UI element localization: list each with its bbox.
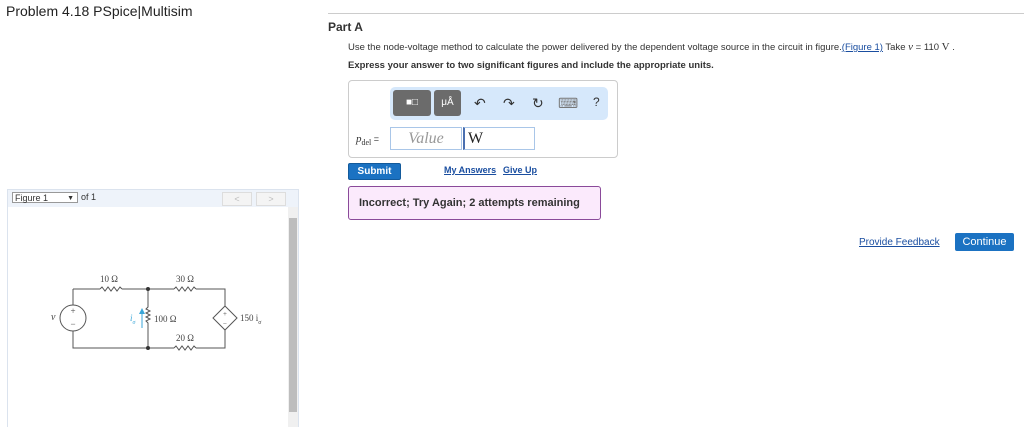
undo-icon[interactable]: ↶ [474, 95, 486, 112]
units-icon: μÅ [441, 97, 454, 108]
prev-figure-button[interactable]: < [222, 192, 252, 206]
my-answers-link[interactable]: My Answers [444, 165, 496, 175]
figure-link[interactable]: (Figure 1) [842, 42, 883, 53]
chevron-down-icon: ▼ [67, 195, 74, 202]
provide-feedback-link[interactable]: Provide Feedback [859, 237, 940, 248]
templates-icon: ■□ [405, 97, 419, 108]
help-icon[interactable]: ? [593, 95, 600, 109]
value-text: = 110 [913, 42, 942, 53]
current-label: iσ [130, 313, 135, 326]
next-figure-button[interactable]: > [256, 192, 286, 206]
units-button[interactable]: μÅ [434, 90, 461, 116]
dep-gain: 150 i [240, 313, 259, 323]
page-title: Problem 4.18 PSpice|Multisim [6, 3, 193, 19]
figure-count: of 1 [81, 192, 97, 202]
current-sub: σ [132, 319, 136, 326]
equals: = [371, 134, 380, 144]
r4-label: 20 Ω [176, 333, 194, 343]
dep-source-label: 150 iσ [240, 313, 262, 326]
source-label: v [51, 312, 56, 323]
value-input[interactable]: Value [390, 127, 462, 150]
figure-select[interactable]: Figure 1 ▼ [12, 192, 78, 203]
r3-label: 100 Ω [154, 314, 177, 324]
give-up-link[interactable]: Give Up [503, 165, 537, 175]
dep-sub: σ [258, 319, 262, 326]
take-text: Take [882, 42, 909, 53]
question-body: Use the node-voltage method to calculate… [348, 42, 842, 53]
figure-select-value: Figure 1 [15, 193, 49, 203]
answer-sub: del [361, 138, 372, 148]
period: . [949, 42, 955, 53]
question-text: Use the node-voltage method to calculate… [348, 41, 955, 53]
feedback-message: Incorrect; Try Again; 2 attempts remaini… [348, 186, 601, 220]
instructions: Express your answer to two significant f… [348, 60, 714, 71]
r2-label: 30 Ω [176, 274, 194, 284]
r1-label: 10 Ω [100, 274, 118, 284]
divider [328, 13, 1024, 14]
scrollbar-thumb[interactable] [289, 218, 297, 412]
unit-text: V [941, 41, 950, 53]
part-heading: Part A [328, 20, 363, 34]
redo-icon[interactable]: ↷ [503, 95, 515, 112]
submit-button[interactable]: Submit [348, 163, 401, 180]
keyboard-icon[interactable]: ⌨ [558, 95, 578, 112]
reset-icon[interactable]: ↻ [532, 95, 544, 112]
math-toolbar: ■□ μÅ ↶ ↷ ↻ ⌨ ? [390, 87, 608, 120]
answer-label: pdel = [356, 133, 379, 147]
unit-input[interactable]: W [463, 127, 535, 150]
continue-button[interactable]: Continue [955, 233, 1014, 251]
templates-button[interactable]: ■□ [393, 90, 431, 116]
